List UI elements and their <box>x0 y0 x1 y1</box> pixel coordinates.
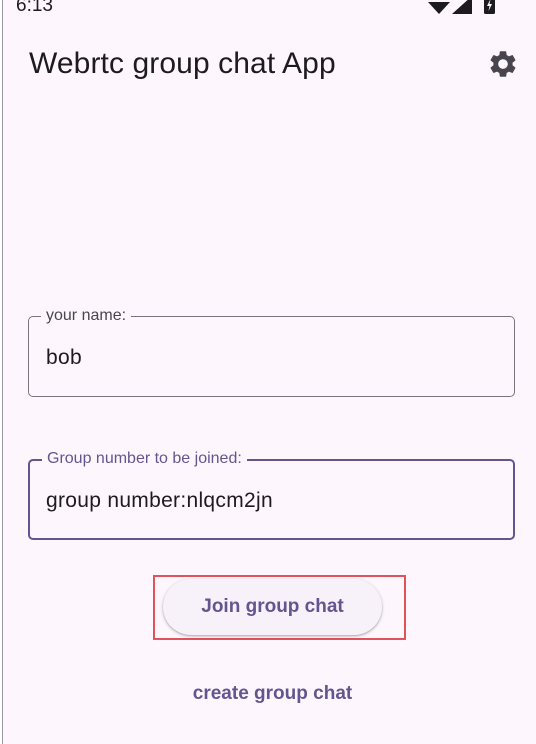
name-field-label: your name: <box>41 307 132 325</box>
wifi-icon <box>428 2 450 14</box>
create-group-chat-button[interactable]: create group chat <box>163 672 382 716</box>
join-group-chat-button[interactable]: Join group chat <box>163 579 382 635</box>
settings-button[interactable] <box>485 46 521 82</box>
battery-icon <box>484 0 495 14</box>
app-title: Webrtc group chat App <box>29 47 336 80</box>
cell-signal-icon <box>452 0 472 14</box>
app-screen: 6:13 Webrtc group chat App your name: Gr… <box>2 0 536 744</box>
group-number-field[interactable]: Group number to be joined: <box>28 450 515 540</box>
group-number-field-label: Group number to be joined: <box>42 450 247 468</box>
gear-icon <box>490 51 516 77</box>
status-icons <box>428 0 500 16</box>
name-input[interactable] <box>46 341 496 375</box>
status-time: 6:13 <box>16 0 53 16</box>
name-field[interactable]: your name: <box>28 307 515 397</box>
group-number-input[interactable] <box>46 484 496 518</box>
